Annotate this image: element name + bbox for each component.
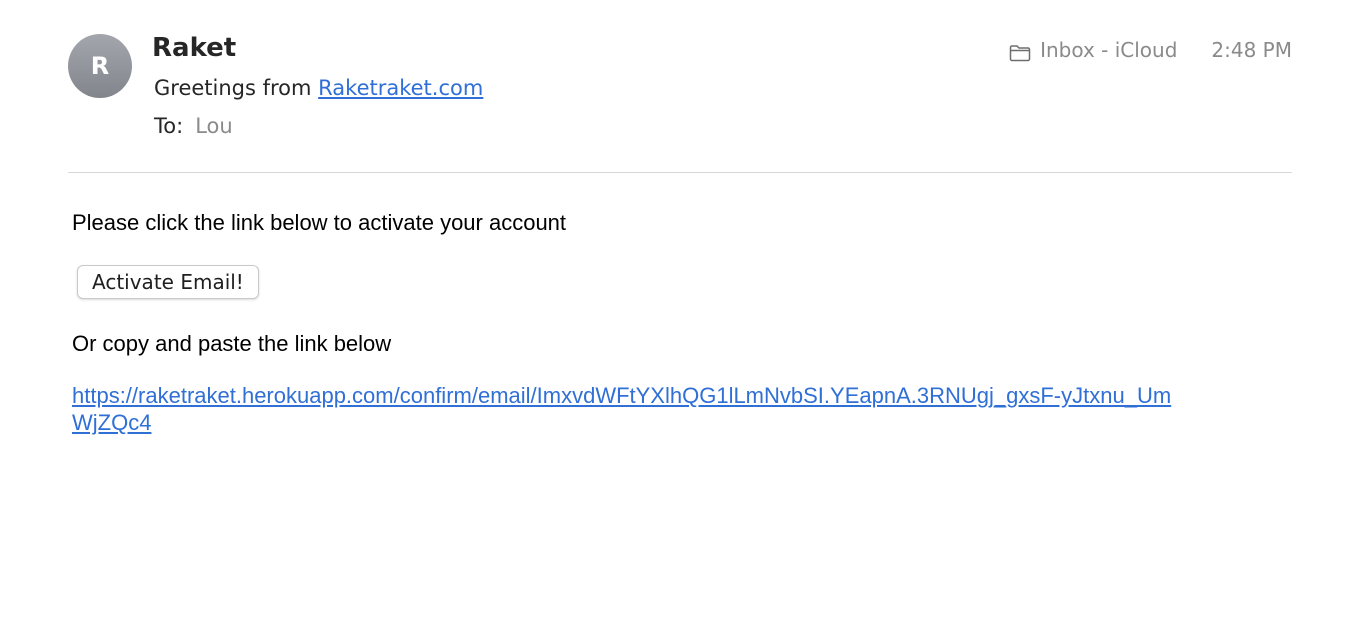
mailbox-name[interactable]: Inbox - iCloud <box>1040 36 1177 64</box>
to-label: To: <box>154 114 184 138</box>
recipient-row: To: Lou <box>154 112 233 140</box>
message-body: Please click the link below to activate … <box>72 208 1272 435</box>
recipient-name[interactable]: Lou <box>195 114 233 138</box>
header-divider <box>68 172 1292 173</box>
avatar-initial: R <box>90 52 110 80</box>
folder-icon <box>1009 41 1031 62</box>
subject-link[interactable]: Raketraket.com <box>318 76 483 100</box>
sender-name[interactable]: Raket <box>152 32 236 64</box>
message-meta: Inbox - iCloud 2:48 PM <box>1009 36 1292 64</box>
message-header: R Raket Greetings from Raketraket.com To… <box>0 0 1350 174</box>
activate-email-button[interactable]: Activate Email! <box>77 265 259 299</box>
subject-line: Greetings from Raketraket.com <box>154 74 483 102</box>
subject-prefix: Greetings from <box>154 76 319 100</box>
copy-instructions: Or copy and paste the link below <box>72 331 392 356</box>
intro-text: Please click the link below to activate … <box>72 210 567 235</box>
activation-link[interactable]: https://raketraket.herokuapp.com/confirm… <box>72 382 1172 436</box>
message-time: 2:48 PM <box>1211 38 1292 62</box>
sender-avatar[interactable]: R <box>68 34 132 98</box>
